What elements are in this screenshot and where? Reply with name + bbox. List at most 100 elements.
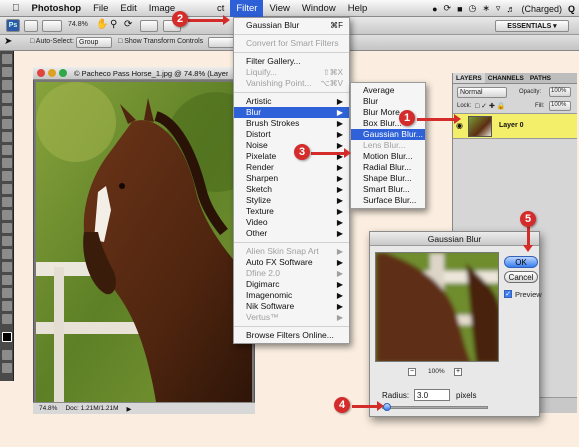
auto-select-group-dropdown[interactable]: Group bbox=[76, 37, 112, 48]
blend-mode-dropdown[interactable]: Normal bbox=[457, 87, 507, 98]
display-icon[interactable]: ■ bbox=[457, 4, 462, 14]
tab-paths[interactable]: PATHS bbox=[527, 73, 554, 83]
brush-tool-icon[interactable] bbox=[1, 145, 12, 155]
wifi-icon[interactable]: ▿ bbox=[496, 3, 501, 14]
menu-item-blur[interactable]: Blur ▶ bbox=[234, 107, 349, 118]
quick-select-tool-icon[interactable] bbox=[1, 93, 12, 103]
blur-preview-area[interactable] bbox=[375, 252, 499, 362]
blur-tool-icon[interactable] bbox=[1, 210, 12, 220]
menu-view[interactable]: View bbox=[263, 0, 295, 17]
menu-item-filter-gallery[interactable]: Filter Gallery... bbox=[234, 56, 349, 67]
blur-item-radial-blur[interactable]: Radial Blur... bbox=[351, 162, 425, 173]
move-tool-icon[interactable] bbox=[1, 54, 12, 64]
menu-window[interactable]: Window bbox=[296, 0, 342, 17]
history-brush-tool-icon[interactable] bbox=[1, 171, 12, 181]
move-tool-icon[interactable]: ➤ bbox=[4, 36, 12, 47]
ok-button[interactable]: OK bbox=[504, 256, 538, 268]
healing-brush-tool-icon[interactable] bbox=[1, 132, 12, 142]
blur-item-average[interactable]: Average bbox=[351, 85, 425, 96]
blur-item-motion-blur[interactable]: Motion Blur... bbox=[351, 151, 425, 162]
workspace-switcher[interactable]: ESSENTIALS ▾ bbox=[495, 20, 569, 32]
menu-item-nik-software[interactable]: Nik Software ▶ bbox=[234, 301, 349, 312]
cancel-button[interactable]: Cancel bbox=[504, 271, 538, 283]
sync-icon[interactable]: ⟳ bbox=[444, 3, 452, 14]
bluetooth-icon[interactable]: ∗ bbox=[482, 3, 490, 14]
menu-item-brush-strokes[interactable]: Brush Strokes ▶ bbox=[234, 118, 349, 129]
show-transform-controls-checkbox[interactable]: □ Show Transform Controls bbox=[118, 38, 203, 45]
apple-menu-icon[interactable]:  bbox=[0, 0, 26, 17]
layer-row[interactable]: ◉ Layer 0 bbox=[453, 113, 577, 139]
3d-tool-icon[interactable] bbox=[1, 288, 12, 298]
path-selection-tool-icon[interactable] bbox=[1, 262, 12, 272]
menu-item-digimarc[interactable]: Digimarc ▶ bbox=[234, 279, 349, 290]
menu-item-imagenomic[interactable]: Imagenomic ▶ bbox=[234, 290, 349, 301]
zoom-level-dropdown[interactable]: 74.8% bbox=[68, 21, 88, 28]
menu-item-other[interactable]: Other ▶ bbox=[234, 228, 349, 239]
battery-status[interactable]: (Charged) bbox=[521, 4, 562, 14]
clone-stamp-tool-icon[interactable] bbox=[1, 158, 12, 168]
zoom-tool-icon[interactable]: ⚲ bbox=[110, 19, 117, 30]
menu-item-browse-filters-online[interactable]: Browse Filters Online... bbox=[234, 330, 349, 341]
radius-slider-track[interactable] bbox=[382, 403, 488, 411]
fill-field[interactable]: 100% bbox=[549, 101, 571, 111]
type-tool-icon[interactable] bbox=[1, 249, 12, 259]
zoom-window-icon[interactable] bbox=[59, 69, 67, 77]
tab-channels[interactable]: CHANNELS bbox=[485, 73, 527, 83]
menu-item-noise[interactable]: Noise ▶ bbox=[234, 140, 349, 151]
dodge-tool-icon[interactable] bbox=[1, 223, 12, 233]
hand-tool-icon[interactable] bbox=[1, 301, 12, 311]
blur-item-blur[interactable]: Blur bbox=[351, 96, 425, 107]
blur-item-smart-blur[interactable]: Smart Blur... bbox=[351, 184, 425, 195]
view-extras-button[interactable] bbox=[42, 20, 62, 32]
menu-photoshop[interactable]: Photoshop bbox=[26, 0, 88, 17]
menu-item-distort[interactable]: Distort ▶ bbox=[234, 129, 349, 140]
menu-file[interactable]: File bbox=[87, 0, 114, 17]
menu-edit[interactable]: Edit bbox=[114, 0, 142, 17]
menu-item-gaussian-blur[interactable]: Gaussian Blur ⌘F bbox=[234, 20, 349, 31]
crop-tool-icon[interactable] bbox=[1, 106, 12, 116]
tab-layers[interactable]: LAYERS bbox=[453, 73, 485, 83]
shape-tool-icon[interactable] bbox=[1, 275, 12, 285]
quick-mask-icon[interactable] bbox=[1, 350, 12, 360]
menu-item-stylize[interactable]: Stylize ▶ bbox=[234, 195, 349, 206]
blur-item-shape-blur[interactable]: Shape Blur... bbox=[351, 173, 425, 184]
layer-name[interactable]: Layer 0 bbox=[499, 122, 524, 129]
auto-select-checkbox[interactable]: □ Auto-Select: bbox=[30, 38, 74, 45]
menu-item-sketch[interactable]: Sketch ▶ bbox=[234, 184, 349, 195]
spotlight-search-icon[interactable]: Q bbox=[568, 4, 575, 14]
hand-tool-icon[interactable]: ✋ bbox=[96, 19, 108, 30]
document-zoom-field[interactable]: 74.8% bbox=[39, 405, 57, 412]
radius-slider-thumb[interactable] bbox=[382, 403, 391, 411]
rotate-view-icon[interactable]: ⟳ bbox=[124, 19, 132, 30]
lasso-tool-icon[interactable] bbox=[1, 80, 12, 90]
menu-help[interactable]: Help bbox=[342, 0, 374, 17]
preview-checkbox[interactable]: ✓ bbox=[504, 290, 512, 298]
gradient-tool-icon[interactable] bbox=[1, 197, 12, 207]
zoom-out-button[interactable]: − bbox=[408, 368, 416, 376]
arrange-documents-button[interactable] bbox=[140, 20, 158, 32]
screen-mode-icon[interactable] bbox=[1, 363, 12, 373]
zoom-in-button[interactable]: + bbox=[454, 368, 462, 376]
document-title-bar[interactable]: © Pacheco Pass Horse_1.jpg @ 74.8% (Laye… bbox=[33, 67, 255, 80]
menu-item-artistic[interactable]: Artistic ▶ bbox=[234, 96, 349, 107]
radius-input[interactable]: 3.0 bbox=[414, 389, 450, 401]
status-icon[interactable]: ● bbox=[432, 4, 437, 14]
opacity-field[interactable]: 100% bbox=[549, 87, 571, 97]
blur-item-surface-blur[interactable]: Surface Blur... bbox=[351, 195, 425, 206]
menu-item-video[interactable]: Video ▶ bbox=[234, 217, 349, 228]
document-canvas[interactable] bbox=[36, 82, 252, 402]
zoom-tool-icon[interactable] bbox=[1, 314, 12, 324]
minimize-window-icon[interactable] bbox=[48, 69, 56, 77]
blur-item-gaussian-blur[interactable]: Gaussian Blur... bbox=[351, 129, 425, 140]
pen-tool-icon[interactable] bbox=[1, 236, 12, 246]
foreground-color-swatch[interactable] bbox=[1, 332, 12, 342]
lock-icons[interactable]: □ ✓ ✚ 🔒 bbox=[475, 102, 506, 110]
menu-item-render[interactable]: Render ▶ bbox=[234, 162, 349, 173]
menu-item-auto-fx-software[interactable]: Auto FX Software ▶ bbox=[234, 257, 349, 268]
volume-icon[interactable]: ♬ bbox=[506, 4, 515, 14]
eyedropper-tool-icon[interactable] bbox=[1, 119, 12, 129]
menu-filter[interactable]: Filter bbox=[230, 0, 264, 17]
time-machine-icon[interactable]: ◷ bbox=[469, 3, 477, 14]
close-window-icon[interactable] bbox=[37, 69, 45, 77]
document-size-info[interactable]: Doc: 1.21M/1.21M bbox=[65, 405, 118, 412]
